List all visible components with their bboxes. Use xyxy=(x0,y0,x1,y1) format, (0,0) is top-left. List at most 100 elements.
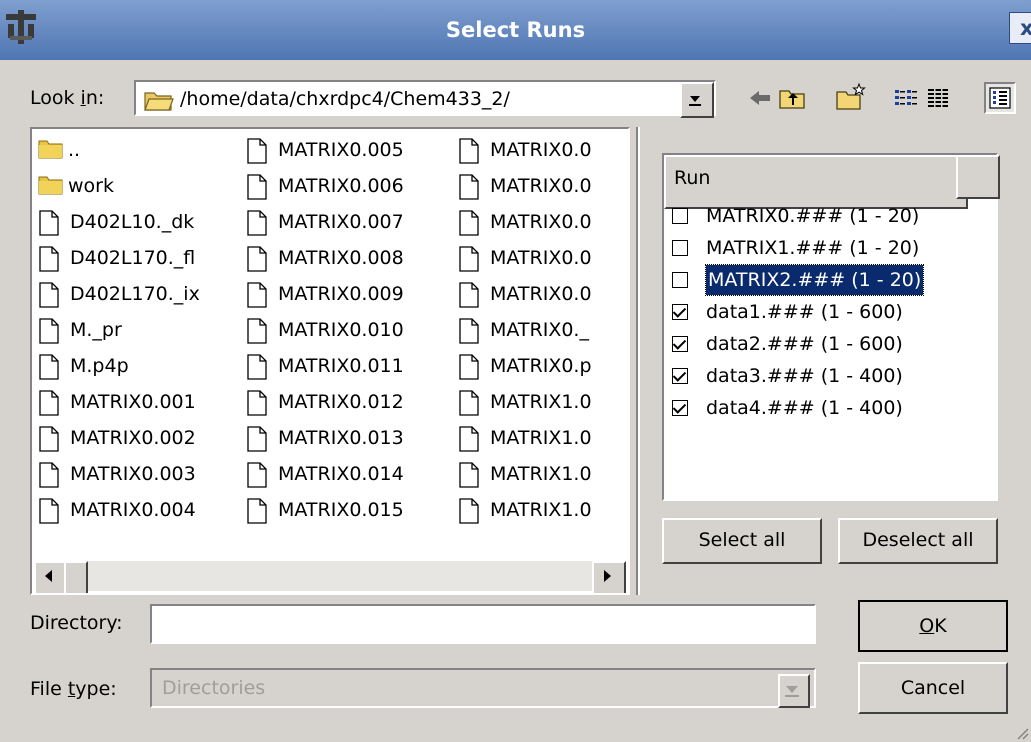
scroll-thumb[interactable] xyxy=(64,561,88,593)
new-folder-button[interactable] xyxy=(834,82,866,114)
run-checkbox[interactable] xyxy=(672,240,688,256)
preview-view-button[interactable] xyxy=(984,82,1016,114)
list-view-icon xyxy=(895,90,917,105)
file-icon xyxy=(458,354,480,380)
file-name: MATRIX0.007 xyxy=(278,211,404,233)
file-name: MATRIX0.p xyxy=(490,355,592,377)
file-icon xyxy=(458,138,480,164)
file-name: MATRIX1.0 xyxy=(490,391,592,413)
chevron-down-icon xyxy=(785,686,799,697)
file-name: M.p4p xyxy=(70,355,129,377)
file-name: MATRIX0.001 xyxy=(70,391,196,413)
runs-table[interactable]: Run MATRIX0.### (1 - 20) MATRIX1.### (1 -… xyxy=(662,153,1000,501)
file-name: MATRIX0.012 xyxy=(278,391,404,413)
file-icon xyxy=(246,210,268,236)
file-name: .. xyxy=(68,139,81,161)
directory-input[interactable] xyxy=(150,604,816,644)
file-icon xyxy=(38,462,60,488)
file-icon xyxy=(246,138,268,164)
file-icon xyxy=(38,426,60,452)
splitter[interactable] xyxy=(636,127,640,595)
list-view-button[interactable] xyxy=(890,82,922,114)
ok-button[interactable]: OK xyxy=(858,600,1008,652)
checkmark-icon xyxy=(672,304,687,318)
file-name: MATRIX0.0 xyxy=(490,175,592,197)
run-checkbox[interactable] xyxy=(672,272,688,288)
arrow-left-icon xyxy=(45,570,52,582)
file-name: MATRIX0.004 xyxy=(70,499,196,521)
file-type-dropdown-button[interactable] xyxy=(778,674,810,708)
file-name: MATRIX0.015 xyxy=(278,499,404,521)
chevron-down-icon xyxy=(689,96,701,106)
file-icon xyxy=(458,210,480,236)
file-name: work xyxy=(68,175,114,197)
run-checkbox-checked[interactable] xyxy=(672,304,688,320)
file-name: M._pr xyxy=(70,319,122,341)
file-name: D402L170._ix xyxy=(70,283,200,305)
file-icon xyxy=(458,462,480,488)
file-icon xyxy=(38,498,60,524)
select-all-button[interactable]: Select all xyxy=(662,518,822,564)
look-in-dropdown-button[interactable] xyxy=(680,82,714,118)
file-icon xyxy=(38,354,60,380)
new-folder-icon xyxy=(836,82,866,110)
file-name: MATRIX0.003 xyxy=(70,463,196,485)
run-label: data4.### (1 - 400) xyxy=(706,397,903,419)
file-icon xyxy=(246,354,268,380)
file-icon xyxy=(246,462,268,488)
file-icon xyxy=(246,174,268,200)
checkmark-icon xyxy=(672,400,687,414)
run-checkbox-checked[interactable] xyxy=(672,368,688,384)
file-name: MATRIX1.0 xyxy=(490,499,592,521)
file-name: MATRIX0.009 xyxy=(278,283,404,305)
file-name: MATRIX0.005 xyxy=(278,139,404,161)
file-name: MATRIX1.0 xyxy=(490,463,592,485)
title-bar: Select Runs x xyxy=(0,0,1031,60)
empty-column-header xyxy=(956,155,1000,199)
file-list[interactable]: .. work D402L10._dk D402L170._fl D402L170._i… xyxy=(30,127,630,595)
file-icon xyxy=(458,174,480,200)
file-name: MATRIX0._ xyxy=(490,319,589,341)
look-in-path: /home/data/chxrdpc4/Chem433_2/ xyxy=(180,88,510,110)
parent-folder-button[interactable] xyxy=(776,82,808,114)
run-label: MATRIX1.### (1 - 20) xyxy=(706,237,920,259)
deselect-all-button[interactable]: Deselect all xyxy=(838,518,998,564)
horizontal-scrollbar[interactable] xyxy=(34,561,626,593)
file-icon xyxy=(458,318,480,344)
back-icon xyxy=(750,91,770,105)
scroll-left-button[interactable] xyxy=(34,561,68,593)
file-name: MATRIX0.0 xyxy=(490,211,592,233)
run-checkbox-checked[interactable] xyxy=(672,400,688,416)
file-icon xyxy=(246,246,268,272)
file-icon xyxy=(246,498,268,524)
look-in-combo[interactable]: /home/data/chxrdpc4/Chem433_2/ xyxy=(134,80,716,118)
detail-view-icon xyxy=(928,89,948,107)
detail-view-button[interactable] xyxy=(922,82,954,114)
file-type-label: File type: xyxy=(30,678,117,700)
cancel-button[interactable]: Cancel xyxy=(858,662,1008,714)
file-icon xyxy=(38,210,60,236)
run-checkbox-checked[interactable] xyxy=(672,336,688,352)
file-icon xyxy=(38,282,60,308)
file-icon xyxy=(246,390,268,416)
directory-label: Directory: xyxy=(30,612,123,634)
scroll-right-button[interactable] xyxy=(592,561,626,593)
file-name: MATRIX0.014 xyxy=(278,463,404,485)
file-icon xyxy=(246,282,268,308)
file-type-combo[interactable]: Directories xyxy=(150,668,816,708)
file-icon xyxy=(246,426,268,452)
file-icon xyxy=(458,390,480,416)
file-name: MATRIX0.0 xyxy=(490,139,592,161)
back-button[interactable] xyxy=(744,82,776,114)
resize-grip-icon[interactable] xyxy=(1013,724,1029,740)
run-checkbox[interactable] xyxy=(672,208,688,224)
run-label: MATRIX2.### (1 - 20) xyxy=(704,264,925,296)
file-icon xyxy=(458,426,480,452)
file-name: D402L170._fl xyxy=(70,247,196,269)
run-label: data3.### (1 - 400) xyxy=(706,365,903,387)
file-icon xyxy=(38,318,60,344)
file-icon xyxy=(458,246,480,272)
close-button[interactable]: x xyxy=(1009,12,1031,44)
folder-icon xyxy=(38,138,63,164)
folder-open-icon xyxy=(144,92,174,111)
